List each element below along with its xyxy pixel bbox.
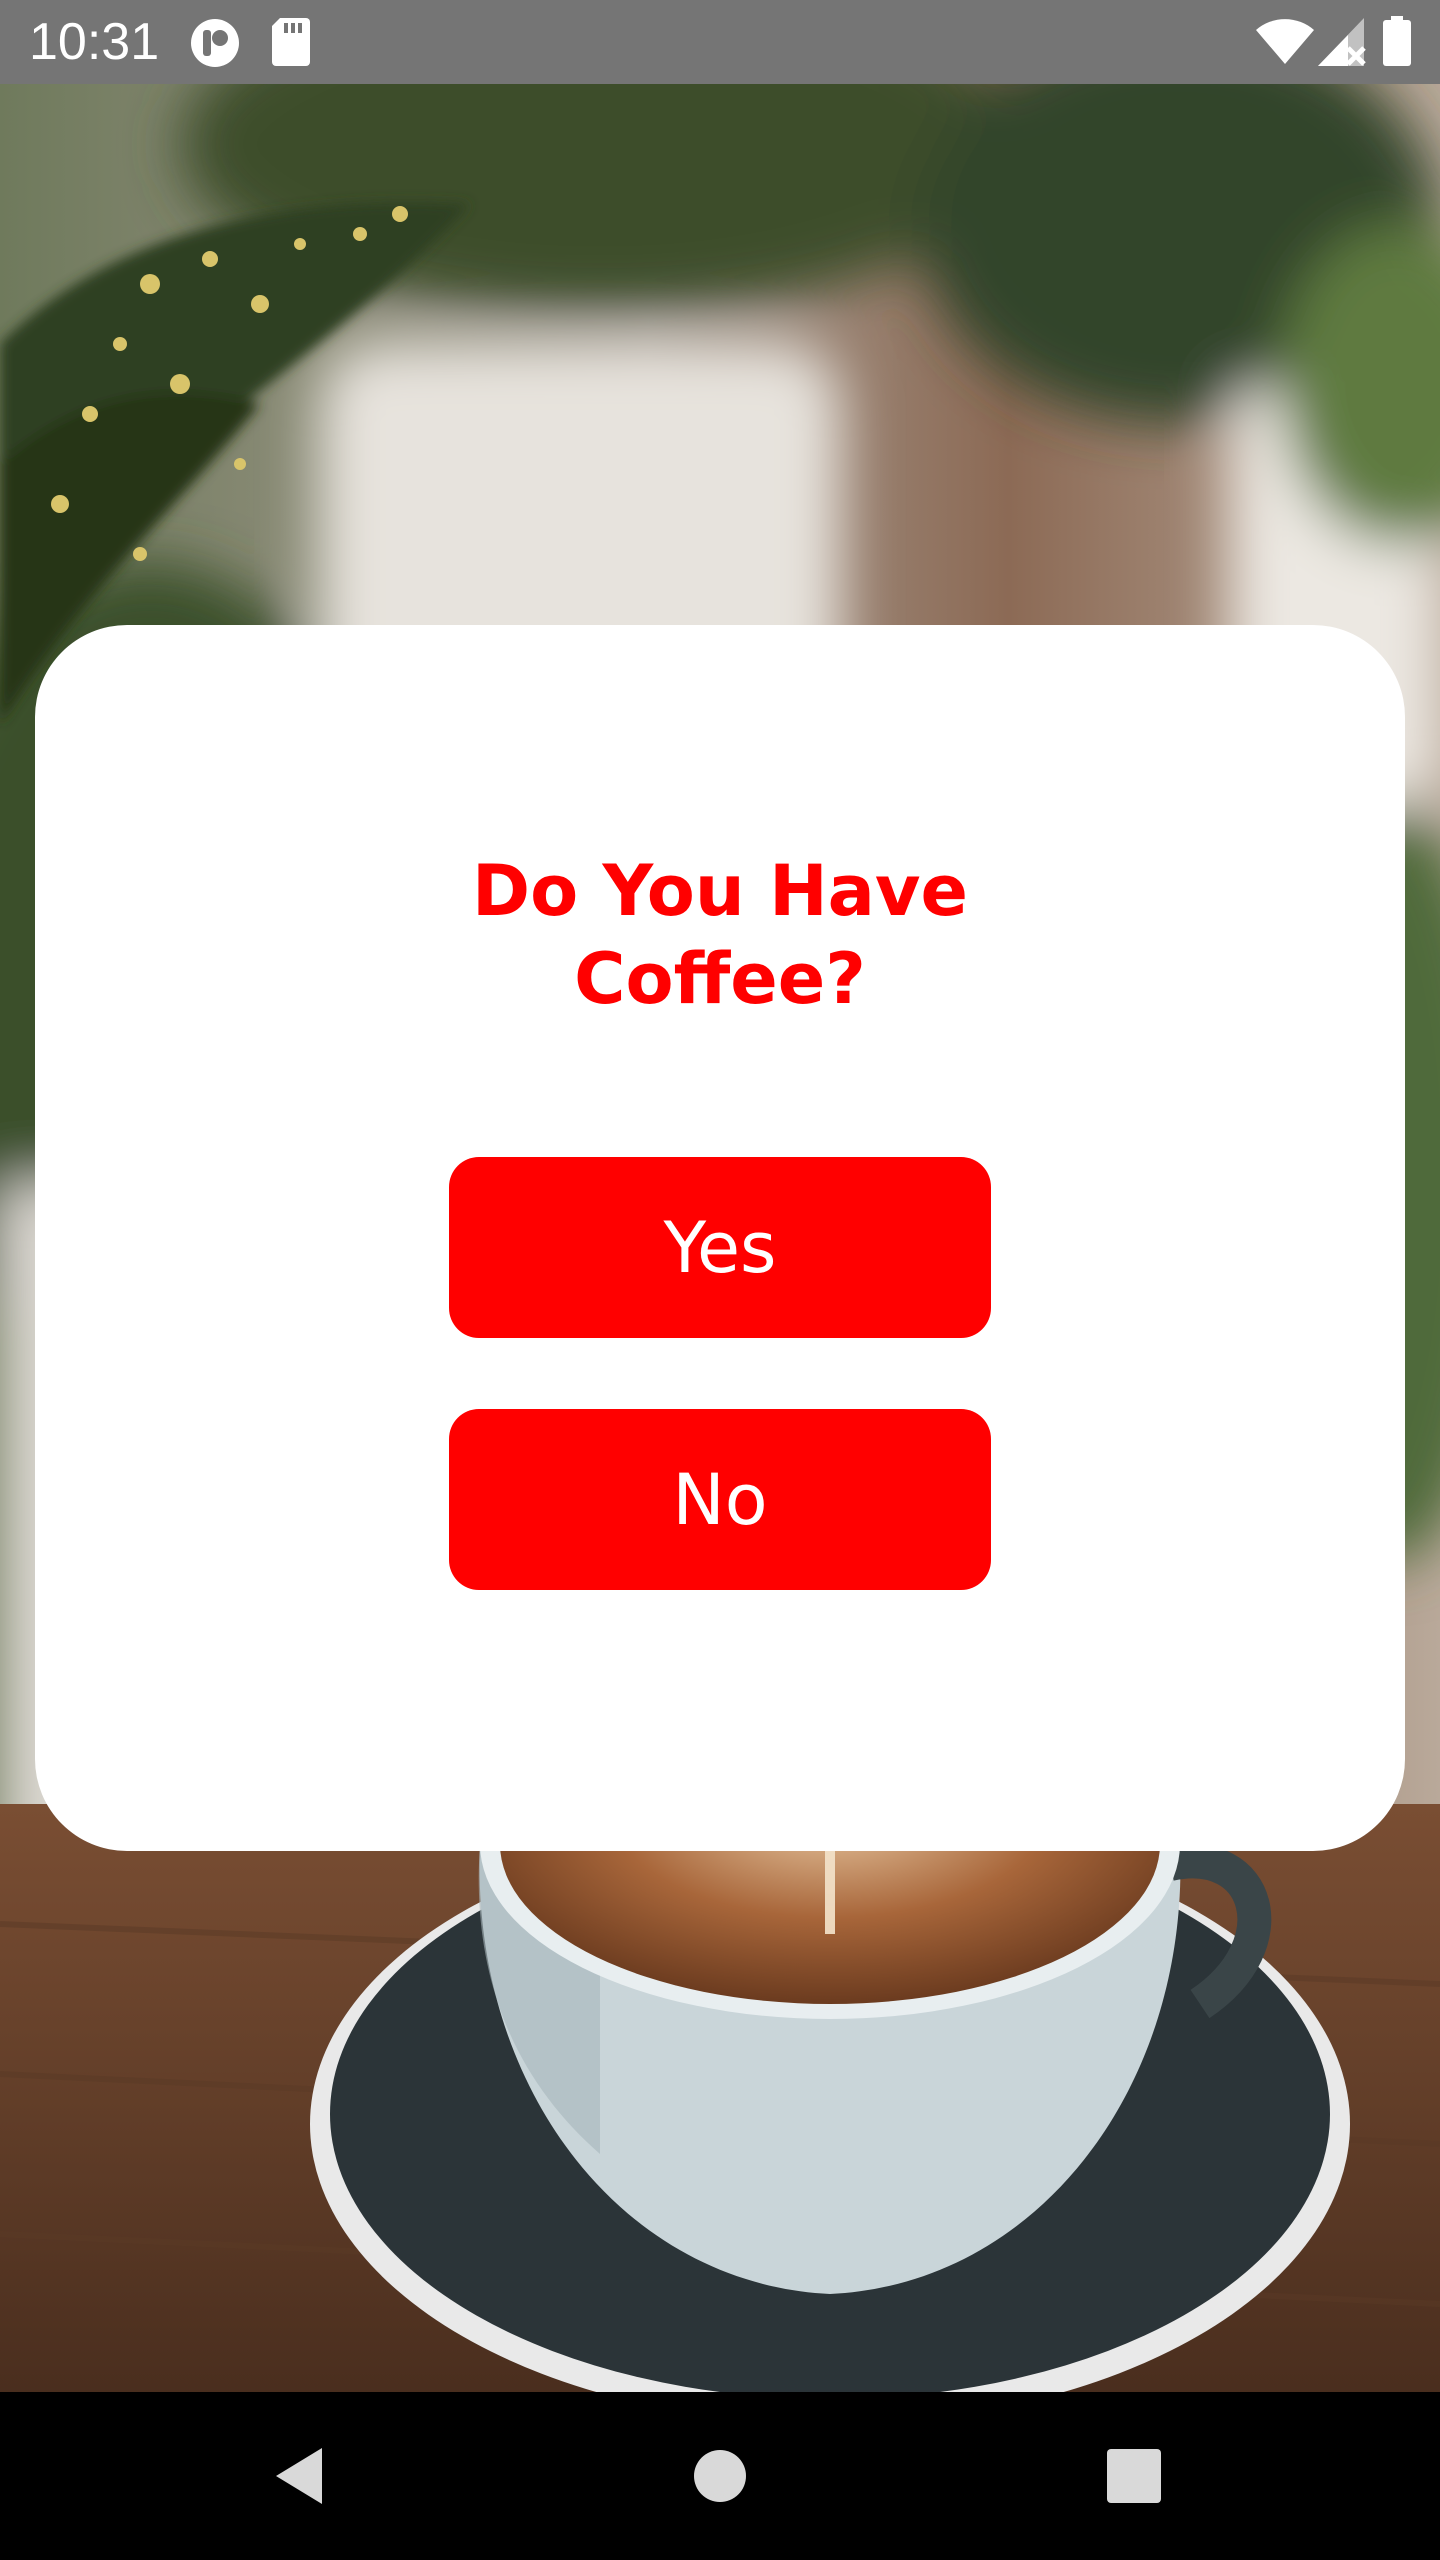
- dialog-title: Do You Have Coffee?: [35, 847, 1405, 1023]
- back-icon[interactable]: [262, 2436, 342, 2516]
- battery-icon: [1383, 16, 1411, 66]
- sd-card-icon: [272, 18, 310, 66]
- status-bar: 10:31: [0, 0, 1440, 84]
- status-time: 10:31: [29, 13, 160, 71]
- app-badge-icon: [191, 19, 239, 67]
- home-icon[interactable]: [680, 2436, 760, 2516]
- no-button[interactable]: No: [449, 1409, 991, 1590]
- wifi-icon: [1256, 19, 1314, 64]
- screen: 10:31 Do You Have Coffee? Yes No: [0, 0, 1440, 2560]
- cell-signal-icon: [1318, 18, 1366, 66]
- dialog-title-line1: Do You Have: [471, 850, 969, 932]
- coffee-question-dialog: Do You Have Coffee? Yes No: [35, 625, 1405, 1851]
- recents-icon[interactable]: [1094, 2436, 1174, 2516]
- yes-button[interactable]: Yes: [449, 1157, 991, 1338]
- navigation-bar: [0, 2392, 1440, 2560]
- dialog-title-line2: Coffee?: [574, 938, 866, 1020]
